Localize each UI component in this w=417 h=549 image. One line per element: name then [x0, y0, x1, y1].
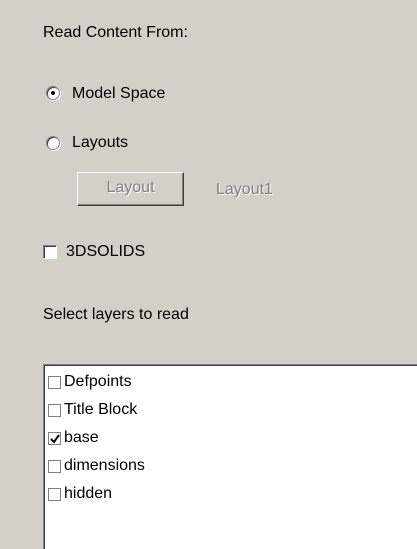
layout-button[interactable]: Layout — [77, 172, 184, 206]
solids-checkbox[interactable] — [43, 245, 57, 259]
layer-checkbox[interactable] — [48, 460, 61, 473]
layer-label: Title Block — [64, 401, 138, 418]
layer-label: base — [64, 429, 99, 446]
layer-checkbox[interactable] — [48, 376, 61, 389]
radio-model-space-button[interactable] — [46, 86, 60, 100]
layout-name-value: Layout1 — [216, 181, 273, 198]
solids-checkbox-label[interactable]: 3DSOLIDS — [66, 242, 145, 262]
layer-checkbox[interactable] — [48, 404, 61, 417]
read-options-panel: Read Content From: Model Space Layouts L… — [0, 0, 417, 549]
layer-checkbox[interactable] — [48, 432, 61, 445]
radio-layouts-button[interactable] — [46, 136, 60, 150]
checkmark-icon — [50, 434, 60, 444]
radio-model-space-label[interactable]: Model Space — [72, 84, 165, 104]
layer-label: dimensions — [64, 457, 145, 474]
radio-layouts-label[interactable]: Layouts — [72, 133, 128, 153]
layer-label: hidden — [64, 485, 113, 502]
layers-listbox[interactable]: Defpoints Title Block base dimensions hi… — [43, 364, 417, 549]
read-content-from-label: Read Content From: — [43, 24, 188, 41]
radio-selected-dot-icon — [51, 91, 55, 95]
layer-label: Defpoints — [64, 373, 132, 390]
layer-checkbox[interactable] — [48, 488, 61, 501]
select-layers-label: Select layers to read — [43, 306, 189, 323]
